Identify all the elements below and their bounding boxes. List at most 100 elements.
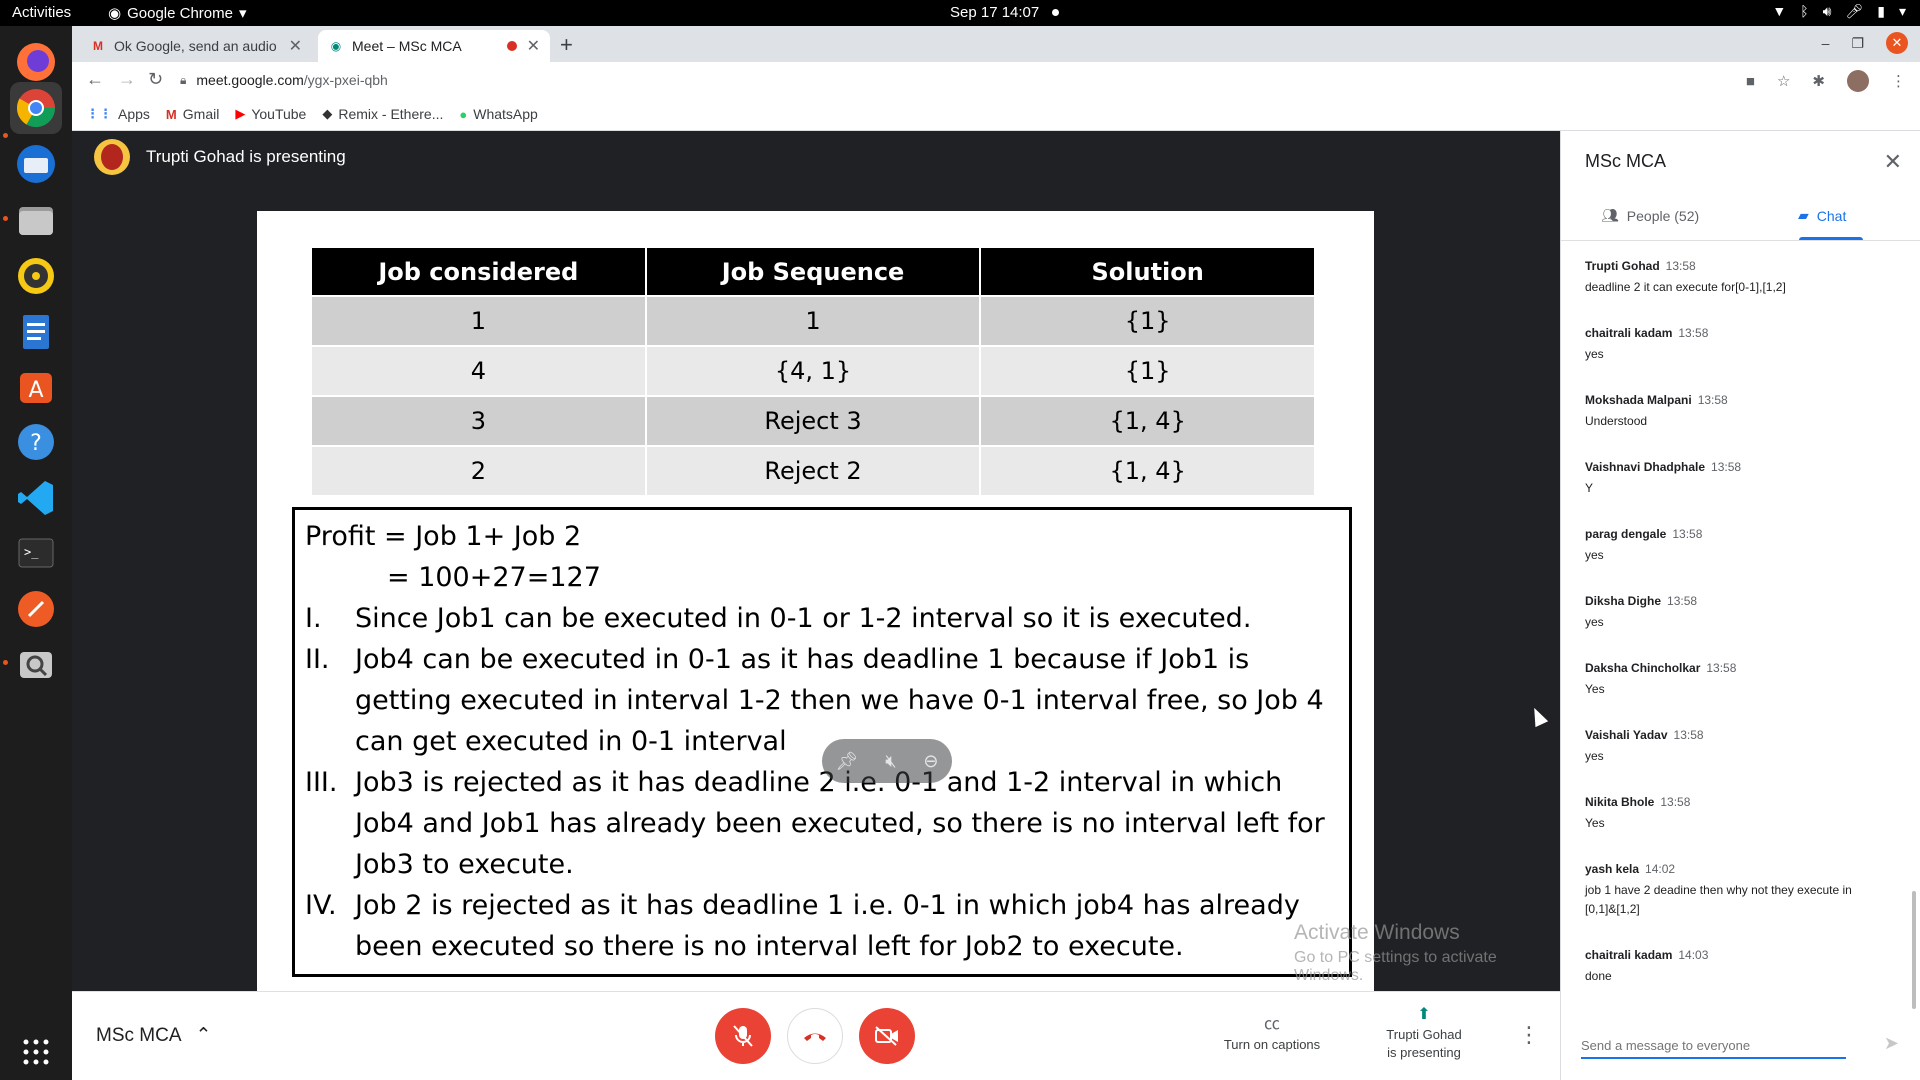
bookmark-youtube[interactable]: ▶ YouTube <box>235 106 306 122</box>
table-cell: {1} <box>981 297 1314 345</box>
bookmark-remix[interactable]: ◆ Remix - Ethere... <box>322 106 443 122</box>
table-row: 3 Reject 3 {1, 4} <box>312 397 1314 445</box>
more-options-icon[interactable]: ⋮ <box>1518 1022 1540 1048</box>
list-number: II. <box>305 644 330 675</box>
bookmark-star-icon[interactable]: ☆ <box>1777 72 1790 90</box>
vscode-icon[interactable] <box>10 472 62 524</box>
bookmark-gmail[interactable]: M Gmail <box>166 106 219 122</box>
svg-text:>_: >_ <box>24 545 39 559</box>
chat-message: Trupti Gohad 13:58 deadline 2 it can execu… <box>1585 259 1885 326</box>
message-text: done <box>1585 969 1612 983</box>
presenter-avatar <box>94 139 130 175</box>
activities-button[interactable]: Activities <box>12 4 71 21</box>
microphone-icon: 🎤︎ <box>1845 3 1864 19</box>
battery-icon: ▮ <box>1877 3 1885 19</box>
presenting-button[interactable]: ⬆ Trupti Gohad is presenting <box>1354 1006 1494 1062</box>
message-sender: Nikita Bhole <box>1585 795 1655 809</box>
presenter-banner: Trupti Gohad is presenting <box>94 139 346 175</box>
table-cell: {1} <box>981 347 1314 395</box>
rhythmbox-icon[interactable] <box>10 250 62 302</box>
extensions-icon[interactable]: ✱ <box>1812 72 1825 90</box>
table-header: Solution <box>981 248 1314 295</box>
table-row: 1 1 {1} <box>312 297 1314 345</box>
presenting-label-line2: is presenting <box>1387 1045 1461 1060</box>
bookmark-label: Gmail <box>182 106 220 122</box>
message-time: 13:58 <box>1665 259 1696 273</box>
close-tab-icon[interactable]: ✕ <box>527 36 540 56</box>
chat-scrollbar[interactable] <box>1912 891 1916 1009</box>
system-tray[interactable]: ▼ ᛒ 🔊︎ 🎤︎ ▮ ▾ <box>1772 3 1906 20</box>
address-bar[interactable]: 🔒︎ meet.google.com/ygx-pxei-qbh <box>180 65 1820 95</box>
table-cell: 3 <box>312 397 645 445</box>
whatsapp-icon: ● <box>459 106 468 122</box>
chat-message-input[interactable] <box>1581 1033 1846 1059</box>
people-icon: 👥︎ <box>1601 207 1619 223</box>
list-item: III. Job3 is rejected as it has deadline… <box>305 762 1339 885</box>
running-indicator <box>3 133 8 138</box>
message-time: 13:58 <box>1660 795 1691 809</box>
profit-result: = 100+27=127 <box>387 562 601 593</box>
browser-menu-icon[interactable]: ⋮ <box>1891 72 1906 90</box>
bookmark-whatsapp[interactable]: ● WhatsApp <box>459 106 537 122</box>
screenshot-icon[interactable] <box>10 638 62 690</box>
back-icon[interactable]: ← <box>86 69 104 90</box>
restore-icon[interactable]: ❐ <box>1851 35 1864 52</box>
mute-participant-icon[interactable]: 🔇︎ <box>885 751 896 772</box>
send-message-icon[interactable]: ➤ <box>1884 1033 1899 1054</box>
profit-line: Profit = Job 1+ Job 2 <box>305 521 582 552</box>
tab-gmail[interactable]: M Ok Google, send an audio ✕ <box>80 30 312 62</box>
list-text: Since Job1 can be executed in 0-1 or 1-2… <box>355 603 1252 634</box>
apps-grid-icon: ⋮⋮ <box>86 106 112 121</box>
minimize-icon[interactable]: – <box>1822 35 1830 51</box>
writer-icon[interactable] <box>10 306 62 358</box>
show-applications-icon[interactable] <box>10 1026 62 1078</box>
app-menu[interactable]: ◉ Google Chrome ▾ <box>108 4 247 23</box>
tab-chat[interactable]: ▰ Chat <box>1798 207 1846 224</box>
firefox-icon[interactable] <box>10 36 62 88</box>
table-cell: 2 <box>312 447 645 495</box>
close-tab-icon[interactable]: ✕ <box>289 36 302 56</box>
message-text: yes <box>1585 749 1604 763</box>
microphone-off-button[interactable] <box>715 1008 771 1064</box>
close-panel-icon[interactable]: ✕ <box>1884 149 1902 175</box>
leave-call-button[interactable] <box>787 1008 843 1064</box>
running-indicator <box>3 216 8 221</box>
gmail-icon: M <box>165 106 177 122</box>
tab-people[interactable]: 👥︎ People (52) <box>1601 207 1699 224</box>
lock-icon[interactable]: 🔒︎ <box>180 73 186 88</box>
bookmark-apps[interactable]: ⋮⋮ Apps <box>86 106 150 122</box>
message-time: 13:58 <box>1697 393 1728 407</box>
remove-icon[interactable]: ⊖ <box>923 751 938 772</box>
close-window-icon[interactable]: ✕ <box>1886 32 1908 54</box>
tab-meet[interactable]: ◉ Meet – MSc MCA ✕ <box>318 30 550 62</box>
camera-in-use-icon[interactable]: ■ <box>1746 73 1755 90</box>
profile-avatar[interactable] <box>1847 70 1869 92</box>
chat-message: yash kela 14:02 job 1 have 2 deadine then … <box>1585 862 1885 948</box>
message-time: 13:58 <box>1706 661 1737 675</box>
captions-button[interactable]: ㏄ Turn on captions <box>1212 1016 1332 1054</box>
chrome-dock-icon[interactable] <box>10 82 62 134</box>
new-tab-button[interactable]: + <box>560 32 573 58</box>
message-sender: Diksha Dighe <box>1585 594 1662 608</box>
postman-icon[interactable] <box>10 583 62 635</box>
terminal-icon[interactable]: >_ <box>10 527 62 579</box>
notification-dot-icon <box>1052 9 1059 16</box>
chat-message: Diksha Dighe 13:58 yes <box>1585 594 1885 661</box>
help-icon[interactable]: ? <box>10 416 62 468</box>
hang-up-icon <box>804 1033 826 1041</box>
files-icon[interactable] <box>10 194 62 246</box>
list-text: Job 2 is rejected as it has deadline 1 i… <box>355 890 1300 962</box>
clock[interactable]: Sep 17 14:07 <box>950 4 1039 21</box>
tab-strip: M Ok Google, send an audio ✕ ◉ Meet – MS… <box>72 26 1920 62</box>
present-screen-icon: ⬆ <box>1417 1006 1431 1023</box>
list-number: IV. <box>305 890 337 921</box>
software-center-icon[interactable]: A <box>10 361 62 413</box>
running-indicator <box>3 660 8 665</box>
thunderbird-icon[interactable] <box>10 138 62 190</box>
camera-off-button[interactable] <box>859 1008 915 1064</box>
meeting-details-button[interactable]: MSc MCA ⌃ <box>96 1024 211 1047</box>
watermark-title: Activate Windows <box>1294 921 1460 944</box>
reload-icon[interactable]: ↻ <box>148 69 163 90</box>
forward-icon[interactable]: → <box>118 69 136 90</box>
pin-icon[interactable]: 📌︎ <box>835 751 858 772</box>
